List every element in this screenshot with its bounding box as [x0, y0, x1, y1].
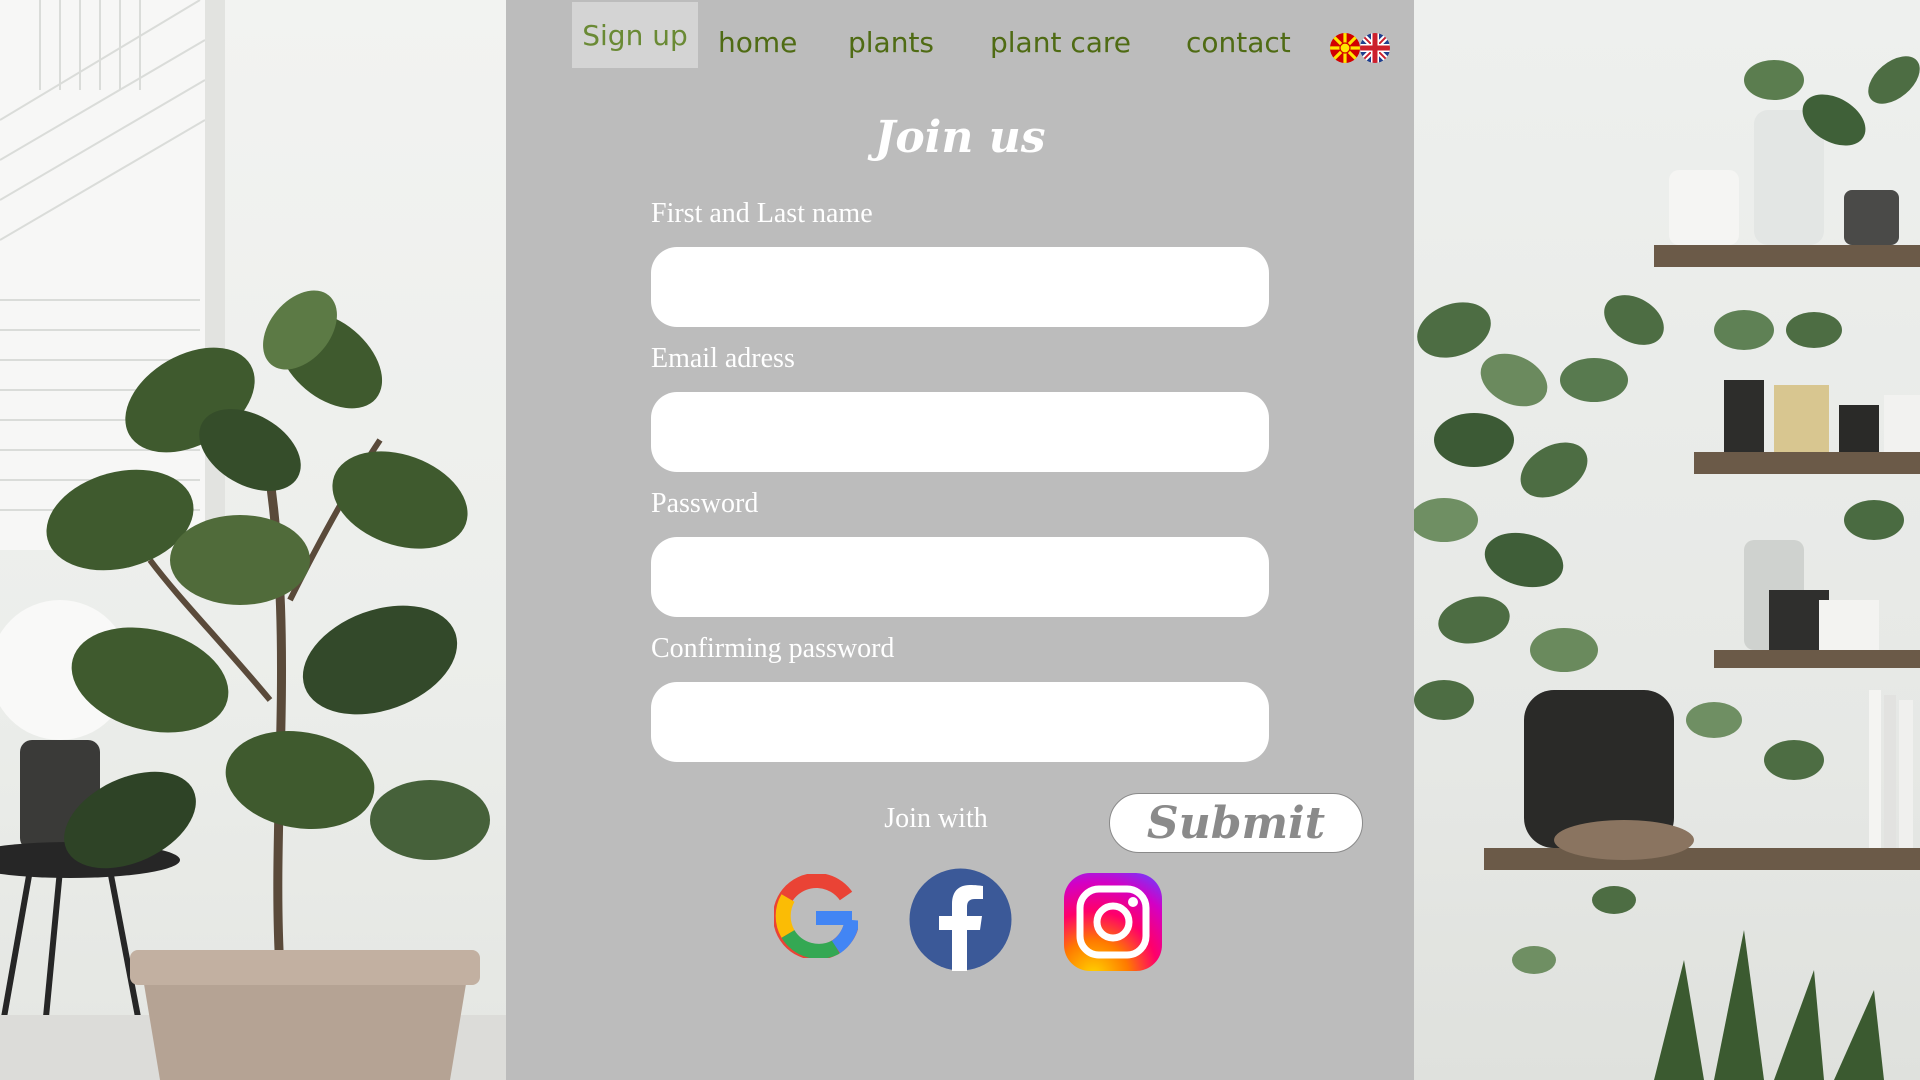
uk-flag-icon[interactable]: [1360, 33, 1390, 63]
password-field[interactable]: [651, 537, 1269, 617]
background-right-shelves-photo: [1414, 0, 1920, 1080]
name-field[interactable]: [651, 247, 1269, 327]
nav-link-home[interactable]: home: [718, 26, 797, 59]
page-title: Join us: [874, 112, 1046, 163]
nav-link-plant-care[interactable]: plant care: [990, 26, 1131, 59]
nav-link-plants[interactable]: plants: [848, 26, 934, 59]
join-with-label: Join with: [884, 803, 988, 834]
nav-signup-button[interactable]: Sign up: [572, 2, 698, 68]
google-icon[interactable]: [772, 873, 860, 960]
password-label: Password: [651, 488, 759, 519]
signup-panel: Sign up home plants plant care contact J…: [506, 0, 1414, 1080]
nav-link-contact[interactable]: contact: [1186, 26, 1291, 59]
confirm-password-label: Confirming password: [651, 633, 895, 664]
name-label: First and Last name: [651, 198, 873, 229]
facebook-icon[interactable]: [909, 868, 1012, 971]
submit-button[interactable]: Submit: [1109, 793, 1363, 853]
background-left-plant-photo: [0, 0, 506, 1080]
instagram-icon[interactable]: [1063, 872, 1163, 972]
email-label: Email adress: [651, 343, 795, 374]
mk-flag-icon[interactable]: [1330, 33, 1360, 63]
confirm-password-field[interactable]: [651, 682, 1269, 762]
email-field[interactable]: [651, 392, 1269, 472]
